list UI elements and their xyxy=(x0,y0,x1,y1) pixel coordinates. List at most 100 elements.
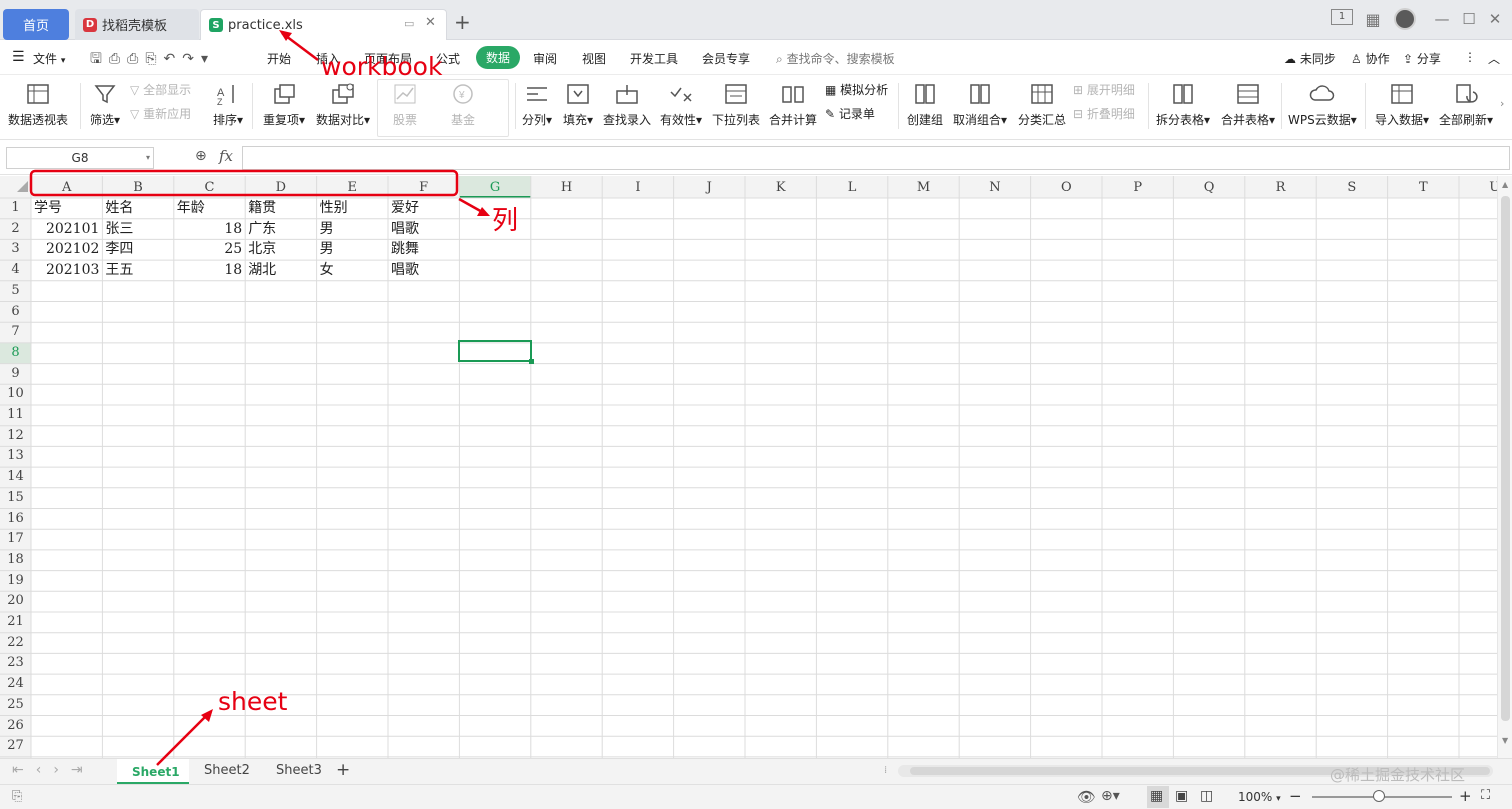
new-tab-button[interactable]: + xyxy=(454,10,471,34)
fullscreen-icon[interactable]: ⛶ xyxy=(1481,788,1490,803)
share-button[interactable]: ⇪ 分享 xyxy=(1403,50,1441,67)
refresh-all-button[interactable]: 全部刷新▾ xyxy=(1439,77,1493,128)
row-header-16[interactable]: 16 xyxy=(0,509,31,530)
row-header-27[interactable]: 27 xyxy=(0,736,31,757)
minimize-button[interactable]: — xyxy=(1431,10,1453,28)
column-header-u[interactable]: U xyxy=(1459,178,1497,198)
column-header-h[interactable]: H xyxy=(531,178,602,198)
cell-c1[interactable]: 年龄 xyxy=(177,198,205,218)
scroll-down-icon[interactable]: ▼ xyxy=(1502,736,1508,745)
row-header-22[interactable]: 22 xyxy=(0,633,31,654)
column-header-n[interactable]: N xyxy=(959,178,1030,198)
what-if-analysis-button[interactable]: ▦ 模拟分析 xyxy=(825,81,888,98)
sheet-tab-sheet2[interactable]: Sheet2 xyxy=(204,763,250,778)
collapse-detail-button[interactable]: ⊟ 折叠明细 xyxy=(1073,105,1135,122)
row-header-17[interactable]: 17 xyxy=(0,529,31,550)
menu-file[interactable]: 文件 ▾ xyxy=(33,50,65,67)
function-icon[interactable]: fx xyxy=(219,147,233,165)
subtotal-button[interactable]: 分类汇总 xyxy=(1018,77,1066,128)
cell-e3[interactable]: 男 xyxy=(320,239,334,259)
row-header-6[interactable]: 6 xyxy=(0,302,31,323)
spreadsheet-grid[interactable]: ABCDEFGHIJKLMNOPQRSTU 1 2 3 4 5 6 7 8 9 10 11 12 13 1… xyxy=(0,176,1497,758)
column-header-f[interactable]: F xyxy=(388,178,459,198)
reapply-button[interactable]: ▽ 重新应用 xyxy=(130,105,191,122)
cell-a3[interactable]: 202102 xyxy=(31,239,99,259)
column-header-t[interactable]: T xyxy=(1388,178,1459,198)
column-header-b[interactable]: B xyxy=(102,178,173,198)
sync-status[interactable]: ☁ 未同步 xyxy=(1284,50,1336,67)
cell-c3[interactable]: 25 xyxy=(174,239,242,259)
more-icon[interactable]: ⋮ xyxy=(1464,50,1476,64)
row-header-1[interactable]: 1 xyxy=(0,198,31,219)
column-header-m[interactable]: M xyxy=(888,178,959,198)
column-header-j[interactable]: J xyxy=(674,178,745,198)
column-header-p[interactable]: P xyxy=(1102,178,1173,198)
pivot-table-button[interactable]: 数据透视表 xyxy=(8,77,68,128)
row-header-14[interactable]: 14 xyxy=(0,467,31,488)
sort-button[interactable]: AZ 排序▾ xyxy=(213,77,243,128)
import-data-button[interactable]: 导入数据▾ xyxy=(1375,77,1429,128)
cell-e1[interactable]: 性别 xyxy=(320,198,348,218)
column-header-i[interactable]: I xyxy=(602,178,673,198)
row-header-7[interactable]: 7 xyxy=(0,322,31,343)
data-compare-button[interactable]: 数据对比▾ xyxy=(316,77,370,128)
fill-handle[interactable] xyxy=(529,359,534,364)
row-header-5[interactable]: 5 xyxy=(0,281,31,302)
menu-data[interactable]: 数据 xyxy=(476,46,521,69)
scroll-up-icon[interactable]: ▲ xyxy=(1502,180,1508,189)
cell-d3[interactable]: 北京 xyxy=(248,239,276,259)
column-header-d[interactable]: D xyxy=(245,178,316,198)
sheet-tab-sheet3[interactable]: Sheet3 xyxy=(276,763,322,778)
cell-c4[interactable]: 18 xyxy=(174,260,242,280)
menu-view[interactable]: 视图 xyxy=(582,50,606,67)
row-header-18[interactable]: 18 xyxy=(0,550,31,571)
fund-button[interactable]: ¥ 基金 xyxy=(450,77,476,128)
duplicates-button[interactable]: 重复项▾ xyxy=(263,77,305,128)
zoom-level[interactable]: 100% ▾ xyxy=(1238,790,1281,804)
add-sheet-button[interactable]: + xyxy=(336,760,350,780)
filter-button[interactable]: 筛选▾ xyxy=(90,77,120,128)
ribbon-scroll-right-icon[interactable]: › xyxy=(1500,97,1504,110)
row-header-21[interactable]: 21 xyxy=(0,612,31,633)
expand-detail-button[interactable]: ⊞ 展开明细 xyxy=(1073,81,1135,98)
row-header-15[interactable]: 15 xyxy=(0,488,31,509)
row-header-3[interactable]: 3 xyxy=(0,239,31,260)
collapse-ribbon-icon[interactable]: ︿ xyxy=(1488,50,1500,67)
dropdown-list-button[interactable]: 下拉列表 xyxy=(712,77,760,128)
row-header-10[interactable]: 10 xyxy=(0,384,31,405)
lookup-entry-button[interactable]: 查找录入 xyxy=(603,77,651,128)
cell-c2[interactable]: 18 xyxy=(174,219,242,239)
show-all-button[interactable]: ▽ 全部显示 xyxy=(130,81,191,98)
close-tab-icon[interactable]: ✕ xyxy=(425,15,436,30)
apps-grid-icon[interactable]: ▦ xyxy=(1362,10,1384,29)
row-header-4[interactable]: 4 xyxy=(0,260,31,281)
menu-developer[interactable]: 开发工具 xyxy=(630,50,678,67)
menu-member[interactable]: 会员专享 xyxy=(702,50,750,67)
split-table-button[interactable]: 拆分表格▾ xyxy=(1156,77,1210,128)
row-header-8[interactable]: 8 xyxy=(0,343,31,364)
cell-f3[interactable]: 跳舞 xyxy=(391,239,419,259)
collaborate-button[interactable]: ♙ 协作 xyxy=(1351,50,1390,67)
create-group-button[interactable]: 创建组 xyxy=(907,77,943,128)
cell-d4[interactable]: 湖北 xyxy=(248,260,276,280)
cell-b4[interactable]: 王五 xyxy=(105,260,133,280)
row-header-20[interactable]: 20 xyxy=(0,591,31,612)
cell-e2[interactable]: 男 xyxy=(320,219,334,239)
formula-input[interactable] xyxy=(242,146,1510,170)
cell-b2[interactable]: 张三 xyxy=(105,219,133,239)
zoom-slider-thumb[interactable] xyxy=(1373,790,1385,802)
vertical-scrollbar[interactable]: ▲ ▼ xyxy=(1497,176,1512,758)
row-header-12[interactable]: 12 xyxy=(0,426,31,447)
sheet-tab-sheet1[interactable]: Sheet1 xyxy=(117,759,189,784)
window-pin-icon[interactable]: ▭ xyxy=(404,17,414,30)
fill-button[interactable]: 填充▾ xyxy=(563,77,593,128)
splitter-handle[interactable]: ⁞ xyxy=(884,765,887,776)
row-header-26[interactable]: 26 xyxy=(0,716,31,737)
maximize-button[interactable]: ☐ xyxy=(1458,10,1480,28)
row-header-2[interactable]: 2 xyxy=(0,219,31,240)
vertical-scroll-thumb[interactable] xyxy=(1501,196,1510,721)
column-header-o[interactable]: O xyxy=(1031,178,1102,198)
row-header-9[interactable]: 9 xyxy=(0,364,31,385)
cell-b3[interactable]: 李四 xyxy=(105,239,133,259)
column-header-q[interactable]: Q xyxy=(1173,178,1244,198)
